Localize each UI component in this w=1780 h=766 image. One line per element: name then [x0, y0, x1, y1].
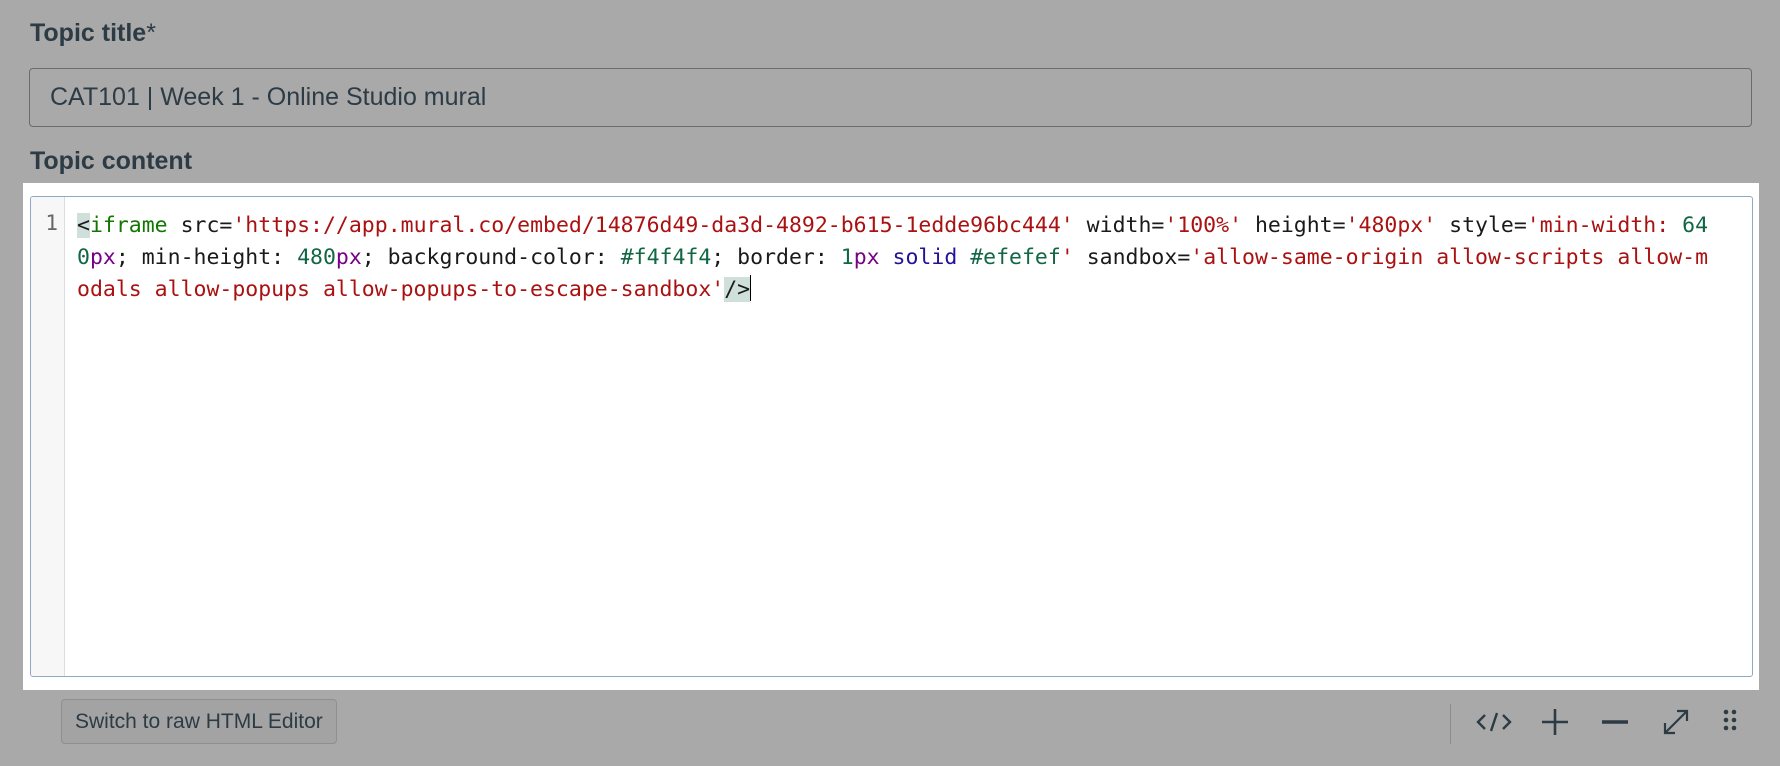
discussion-editor-page: Topic title* Topic content 1 <iframe src…: [0, 0, 1780, 766]
code-token: '100%': [1164, 213, 1243, 238]
code-token: sandbox=: [1073, 245, 1191, 270]
code-token: ': [1060, 245, 1074, 270]
required-marker: *: [146, 19, 156, 47]
code-token: 480: [297, 245, 336, 270]
code-token: width=: [1073, 213, 1165, 238]
line-number: 1: [45, 211, 58, 235]
minus-icon[interactable]: [1593, 702, 1637, 742]
line-number-gutter: 1: [31, 197, 65, 676]
code-icon[interactable]: [1472, 702, 1516, 742]
code-content[interactable]: <iframe src='https://app.mural.co/embed/…: [77, 210, 1712, 306]
switch-to-raw-html-button[interactable]: Switch to raw HTML Editor: [61, 699, 337, 744]
code-token: px: [89, 245, 116, 270]
drag-handle-icon[interactable]: [1708, 702, 1752, 742]
code-token: <: [77, 213, 90, 238]
code-token: height=: [1242, 213, 1346, 238]
plus-icon[interactable]: [1533, 702, 1577, 742]
topic-title-input[interactable]: [29, 68, 1752, 127]
code-token: #f4f4f4: [620, 245, 712, 270]
code-token: />: [724, 277, 751, 302]
topic-title-label: Topic title*: [30, 19, 156, 48]
code-token: style=: [1436, 213, 1527, 238]
code-token: 1: [840, 245, 854, 270]
code-token: ; min-height:: [115, 245, 298, 270]
expand-icon[interactable]: [1654, 702, 1698, 742]
code-token: ; border:: [711, 245, 841, 270]
code-token: iframe: [89, 213, 168, 238]
toolbar-divider: [1450, 704, 1451, 744]
html-code-editor[interactable]: 1 <iframe src='https://app.mural.co/embe…: [30, 196, 1753, 677]
code-token: solid: [879, 245, 971, 270]
code-token: px: [853, 245, 880, 270]
code-token: '480px': [1345, 213, 1437, 238]
code-token: src=: [167, 213, 233, 238]
code-token: 'min-width:: [1526, 213, 1683, 238]
topic-title-label-text: Topic title: [30, 19, 147, 47]
topic-content-label: Topic content: [30, 147, 193, 175]
code-token: px: [335, 245, 362, 270]
text-cursor: [750, 275, 752, 301]
code-token: #efefef: [970, 245, 1061, 270]
code-token: 'https://app.mural.co/embed/14876d49-da3…: [232, 213, 1074, 238]
code-token: ; background-color:: [361, 245, 621, 270]
editor-toolbar: Switch to raw HTML Editor: [0, 694, 1780, 766]
